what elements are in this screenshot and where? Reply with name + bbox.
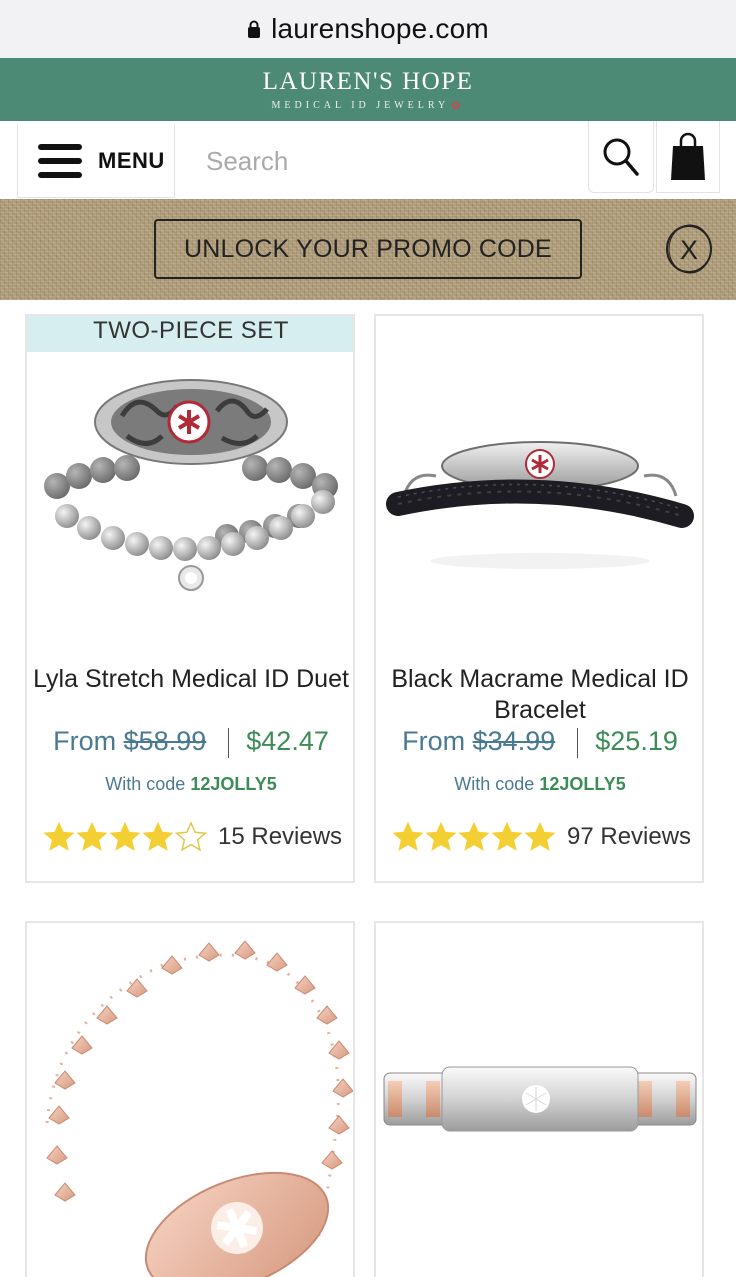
- product-ribbon: TWO-PIECE SET: [27, 316, 353, 352]
- product-title[interactable]: Lyla Stretch Medical ID Duet: [27, 664, 353, 695]
- star-filled-icon: [392, 821, 424, 851]
- menu-label: MENU: [98, 147, 165, 173]
- close-icon: X: [666, 224, 712, 274]
- product-card[interactable]: [374, 921, 704, 1277]
- code-prefix: With code: [105, 774, 186, 794]
- link-bracelet-image: [383, 1066, 697, 1132]
- shopping-bag-icon: [671, 132, 705, 180]
- product-image[interactable]: [27, 356, 353, 626]
- cart-button[interactable]: [656, 121, 720, 193]
- review-count: 97 Reviews: [567, 823, 692, 850]
- product-title[interactable]: Black Macrame Medical ID Bracelet: [376, 664, 702, 726]
- nav-bar: MENU: [0, 121, 736, 199]
- star-rating: [43, 821, 208, 853]
- product-rating[interactable]: 97 Reviews: [392, 821, 691, 853]
- promo-banner: UNLOCK YOUR PROMO CODE: [0, 199, 736, 300]
- star-filled-icon: [142, 821, 174, 851]
- product-image[interactable]: [27, 923, 353, 1277]
- product-image[interactable]: [376, 923, 702, 1277]
- hamburger-icon: [38, 143, 82, 178]
- rose-gold-bracelet-image: [45, 940, 353, 1277]
- promo-code: 12JOLLY5: [539, 774, 626, 794]
- promo-close-button[interactable]: X: [664, 222, 714, 276]
- unlock-promo-button[interactable]: UNLOCK YOUR PROMO CODE: [154, 219, 582, 279]
- browser-url-bar[interactable]: laurenshope.com: [0, 0, 736, 58]
- promo-code-note: With code 12JOLLY5: [376, 774, 702, 795]
- search-input[interactable]: [178, 124, 586, 198]
- star-filled-icon: [43, 821, 75, 851]
- flower-icon: ✿: [451, 99, 465, 112]
- price-from-label: From: [402, 726, 466, 756]
- macrame-bracelet-image: [386, 441, 694, 569]
- product-price-row: From $34.99 $25.19: [376, 726, 702, 758]
- price-divider: [227, 727, 229, 758]
- original-price: $34.99: [472, 726, 556, 756]
- star-filled-icon: [491, 821, 523, 851]
- price-divider: [576, 727, 578, 758]
- lock-icon: [247, 20, 261, 38]
- url-text: laurenshope.com: [271, 13, 489, 44]
- close-label: X: [680, 235, 698, 265]
- product-rating[interactable]: 15 Reviews: [43, 821, 342, 853]
- search-button[interactable]: [588, 121, 654, 193]
- product-image[interactable]: [376, 356, 702, 626]
- star-filled-icon: [458, 821, 490, 851]
- sale-price: $42.47: [246, 726, 329, 756]
- star-filled-icon: [425, 821, 457, 851]
- code-prefix: With code: [454, 774, 535, 794]
- brand-tagline: MEDICAL ID JEWELRY: [271, 99, 450, 111]
- search-icon: [603, 138, 639, 176]
- star-rating: [392, 821, 557, 853]
- product-card[interactable]: Black Macrame Medical ID Bracelet From $…: [374, 314, 704, 883]
- star-filled-icon: [524, 821, 556, 851]
- beaded-bracelet-image: [44, 379, 338, 591]
- star-filled-icon: [109, 821, 141, 851]
- product-card[interactable]: [25, 921, 355, 1277]
- promo-code-note: With code 12JOLLY5: [27, 774, 353, 795]
- promo-code: 12JOLLY5: [190, 774, 277, 794]
- star-filled-icon: [76, 821, 108, 851]
- product-price-row: From $58.99 $42.47: [27, 726, 353, 758]
- brand-tagline-row: MEDICAL ID JEWELRY ✿: [272, 99, 465, 112]
- price-from-label: From: [53, 726, 117, 756]
- brand-name: LAUREN'S HOPE: [262, 67, 474, 95]
- review-count: 15 Reviews: [218, 823, 343, 850]
- star-empty-icon: [175, 821, 207, 852]
- menu-button[interactable]: MENU: [17, 124, 175, 198]
- product-card[interactable]: TWO-PIECE SET Lyla Stretch Medical ID Du…: [25, 314, 355, 883]
- sale-price: $25.19: [595, 726, 678, 756]
- original-price: $58.99: [123, 726, 207, 756]
- brand-header[interactable]: LAUREN'S HOPE MEDICAL ID JEWELRY ✿: [0, 58, 736, 121]
